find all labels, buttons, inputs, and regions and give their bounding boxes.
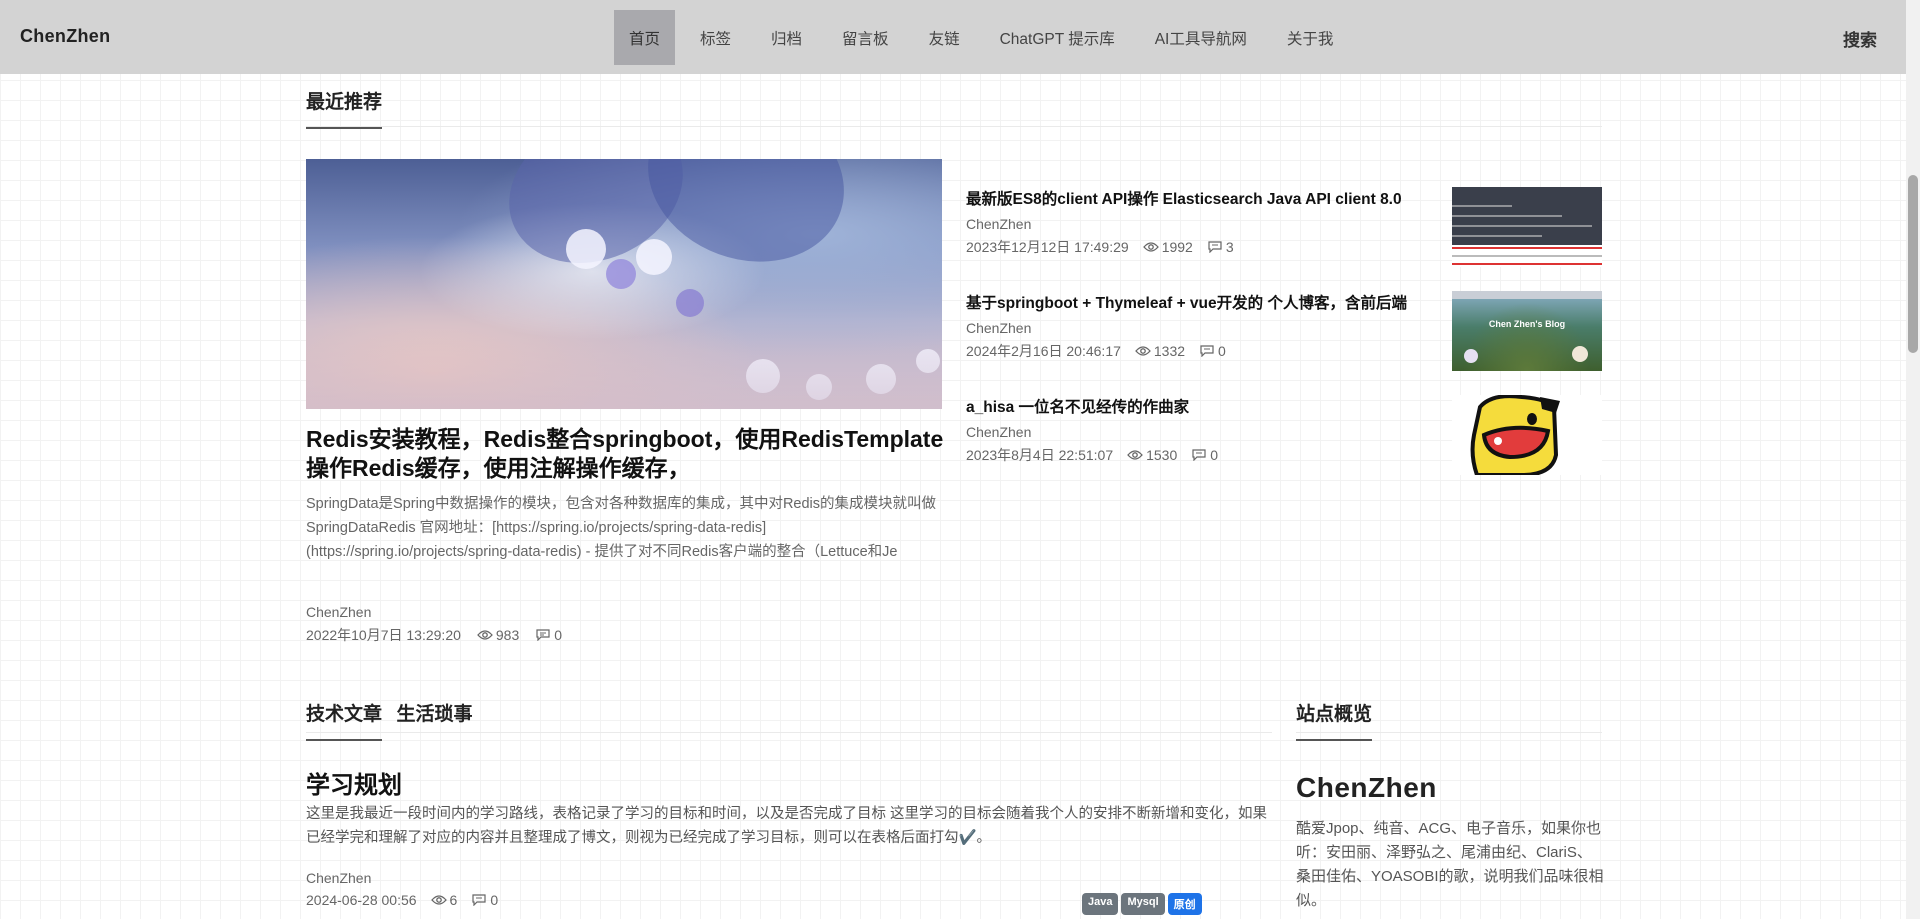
tag-badge[interactable]: Java xyxy=(1082,893,1119,915)
nav-item-tags[interactable]: 标签 xyxy=(685,10,746,65)
nav-item-chatgpt-prompts[interactable]: ChatGPT 提示库 xyxy=(985,10,1130,65)
nav-item-friends[interactable]: 友链 xyxy=(914,10,975,65)
post-excerpt: 这里是我最近一段时间内的学习路线，表格记录了学习的目标和时间，以及是否完成了目标… xyxy=(306,806,1268,846)
side-post-thumbnail[interactable] xyxy=(1452,187,1602,267)
side-post-author[interactable]: ChenZhen xyxy=(966,320,1031,336)
post-tags: Java Mysql 原创 xyxy=(1082,893,1202,915)
recommend-section-title: 最近推荐 xyxy=(306,77,383,129)
side-post-date: 2024年2月16日 20:46:17 xyxy=(966,343,1121,359)
post-meta: 2024-06-28 00:56 6 0 xyxy=(306,892,498,908)
side-post-title[interactable]: 最新版ES8的client API操作 Elasticsearch Java A… xyxy=(966,187,1402,209)
main-nav: 首页 标签 归档 留言板 友链 ChatGPT 提示库 AI工具导航网 关于我 xyxy=(614,10,1358,65)
profile-bio: 酷爱Jpop、纯音、ACG、电子音乐，如果你也听：安田丽、泽野弘之、尾浦由纪、C… xyxy=(1296,820,1604,909)
featured-post-meta: 2022年10月7日 13:29:20 983 0 xyxy=(306,625,562,645)
featured-post-comments: 0 xyxy=(554,627,563,643)
side-post-title[interactable]: a_hisa 一位名不见经传的作曲家 xyxy=(966,395,1189,417)
top-navbar: ChenZhen 首页 标签 归档 留言板 友链 ChatGPT 提示库 AI工… xyxy=(0,0,1906,74)
post-comments: 0 xyxy=(490,892,499,908)
side-post-views: 1332 xyxy=(1153,343,1186,359)
side-post[interactable]: 最新版ES8的client API操作 Elasticsearch Java A… xyxy=(966,187,1602,267)
side-post-meta: 2024年2月16日 20:46:17 1332 0 xyxy=(966,341,1226,361)
nav-item-guestbook[interactable]: 留言板 xyxy=(827,10,904,65)
tab-tech-articles[interactable]: 技术文章 xyxy=(306,683,383,741)
nav-item-ai-tools[interactable]: AI工具导航网 xyxy=(1140,10,1262,65)
tag-badge[interactable]: Mysql xyxy=(1121,893,1165,915)
tab-life[interactable]: 生活琐事 xyxy=(396,683,472,739)
side-post-date: 2023年12月12日 17:49:29 xyxy=(966,239,1129,255)
side-post[interactable]: 基于springboot + Thymeleaf + vue开发的 个人博客，含… xyxy=(966,291,1602,371)
site-brand[interactable]: ChenZhen xyxy=(20,26,110,47)
side-post-thumbnail[interactable]: Chen Zhen's Blog xyxy=(1452,291,1602,371)
overview-section-header: 站点概览 xyxy=(1296,683,1602,741)
comment-icon xyxy=(472,894,486,906)
side-post-author[interactable]: ChenZhen xyxy=(966,216,1031,232)
eye-icon xyxy=(477,630,493,640)
side-post-date: 2023年8月4日 22:51:07 xyxy=(966,447,1114,463)
featured-post-excerpt: SpringData是Spring中数据操作的模块，包含对各种数据库的集成，其中… xyxy=(306,496,937,560)
tag-badge[interactable]: 原创 xyxy=(1167,893,1202,915)
side-post-meta: 2023年8月4日 22:51:07 1530 0 xyxy=(966,445,1218,465)
side-post-author[interactable]: ChenZhen xyxy=(966,424,1031,440)
comment-icon xyxy=(536,629,550,641)
comment-icon xyxy=(1192,449,1206,461)
nav-item-archive[interactable]: 归档 xyxy=(756,10,817,65)
side-post-comments: 3 xyxy=(1225,239,1234,255)
cartoon-bird-icon xyxy=(1470,395,1560,475)
post-title[interactable]: 学习规划 xyxy=(306,765,402,800)
featured-post-image[interactable] xyxy=(306,159,942,409)
eye-icon xyxy=(430,895,447,905)
comment-icon xyxy=(1200,345,1214,357)
posts-section-header: 技术文章 生活琐事 xyxy=(306,683,1272,741)
featured-post-title[interactable]: Redis安装教程，Redis整合springboot，使用RedisTempl… xyxy=(306,425,946,483)
blog-banner-text: Chen Zhen's Blog xyxy=(1488,319,1566,329)
featured-post-views: 983 xyxy=(495,627,520,643)
nav-item-home[interactable]: 首页 xyxy=(614,10,676,65)
profile-name: ChenZhen xyxy=(1296,772,1437,803)
page-scrollbar[interactable] xyxy=(1906,0,1920,919)
scrollbar-thumb[interactable] xyxy=(1908,175,1918,353)
side-post-comments: 0 xyxy=(1210,447,1219,463)
side-post[interactable]: a_hisa 一位名不见经传的作曲家 ChenZhen 2023年8月4日 22… xyxy=(966,395,1602,475)
search-button[interactable]: 搜索 xyxy=(1843,26,1877,51)
comment-icon xyxy=(1208,241,1222,253)
overview-section-title: 站点概览 xyxy=(1296,683,1373,741)
side-post-meta: 2023年12月12日 17:49:29 1992 3 xyxy=(966,237,1234,257)
side-post-title[interactable]: 基于springboot + Thymeleaf + vue开发的 个人博客，含… xyxy=(966,291,1407,313)
side-post-comments: 0 xyxy=(1218,343,1226,359)
side-post-views: 1992 xyxy=(1161,239,1193,255)
post-author[interactable]: ChenZhen xyxy=(306,870,371,886)
eye-icon xyxy=(1142,242,1159,252)
featured-post-date: 2022年10月7日 13:29:20 xyxy=(306,627,461,643)
side-post-views: 1530 xyxy=(1146,447,1178,463)
recommend-section-header: 最近推荐 xyxy=(306,77,1602,129)
featured-post-author[interactable]: ChenZhen xyxy=(306,604,371,620)
post-date: 2024-06-28 00:56 xyxy=(306,892,417,908)
eye-icon xyxy=(1127,450,1143,460)
side-post-thumbnail[interactable] xyxy=(1452,395,1602,475)
nav-item-about[interactable]: 关于我 xyxy=(1272,10,1349,65)
eye-icon xyxy=(1135,346,1151,356)
post-views: 6 xyxy=(449,892,458,908)
